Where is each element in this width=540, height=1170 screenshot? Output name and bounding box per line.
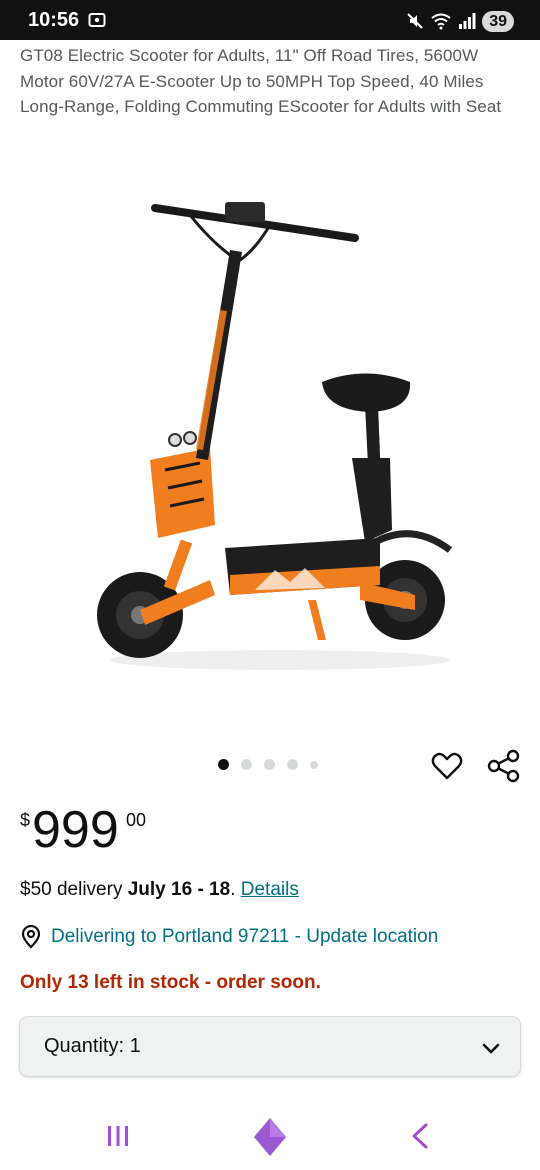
quantity-selector[interactable]: Quantity: 1 [19, 1016, 521, 1077]
status-icons: 39 [406, 9, 514, 33]
delivery-location[interactable]: Delivering to Portland 97211 - Update lo… [20, 925, 438, 949]
electric-scooter-image[interactable] [80, 170, 470, 690]
delivery-details-link[interactable]: Details [241, 879, 299, 900]
price-fraction: 00 [126, 810, 147, 830]
system-navigation-bar [0, 1105, 540, 1170]
share-icon[interactable] [486, 748, 522, 784]
stock-warning: Only 13 left in stock - order soon. [20, 972, 321, 993]
heart-icon[interactable] [430, 749, 464, 783]
screenshot-icon [88, 13, 106, 27]
quantity-label: Quantity: 1 [44, 1035, 141, 1057]
carousel-dot[interactable] [218, 759, 229, 770]
recent-apps-icon[interactable] [107, 1125, 129, 1147]
signal-icon [459, 13, 476, 29]
status-time: 10:56 [28, 9, 80, 31]
back-icon[interactable] [409, 1123, 431, 1149]
battery-icon: 39 [482, 10, 514, 32]
price-whole: 999 [32, 801, 119, 859]
wifi-icon [431, 13, 451, 30]
carousel-dot[interactable] [264, 759, 275, 770]
status-bar: 10:56 39 [0, 0, 540, 40]
delivery-date: July 16 - 18 [127, 879, 231, 900]
delivery-info: $50 delivery July 16 - 18. Details [20, 879, 299, 901]
carousel-dot[interactable] [287, 759, 298, 770]
delivery-suffix: . [230, 879, 241, 900]
delivery-cost: $50 delivery [20, 879, 128, 900]
product-title[interactable]: GT08 Electric Scooter for Adults, 11" Of… [20, 43, 525, 120]
location-pin-icon [21, 925, 41, 949]
delivery-location-text[interactable]: Delivering to Portland 97211 - Update lo… [51, 926, 438, 948]
mute-icon [407, 13, 423, 29]
carousel-dot[interactable] [241, 759, 252, 770]
image-carousel-dots[interactable] [218, 759, 318, 770]
chevron-down-icon [482, 1043, 500, 1054]
carousel-dot[interactable] [310, 760, 318, 769]
home-icon[interactable] [252, 1117, 288, 1157]
price-currency-symbol: $ [20, 810, 31, 830]
